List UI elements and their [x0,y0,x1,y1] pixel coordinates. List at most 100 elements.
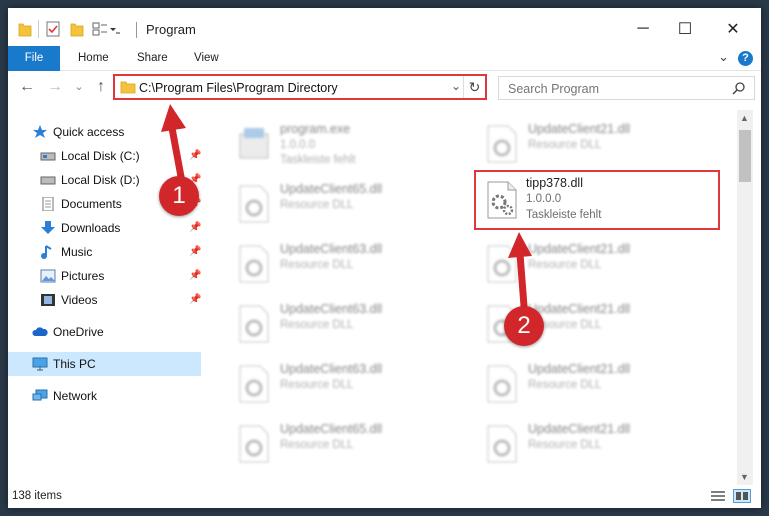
ribbon-tabs: File Home Share View ⌄ ? [8,46,761,71]
nav-label: Quick access [53,125,125,139]
file-item[interactable]: UpdateClient21.dll Resource DLL [484,418,714,470]
nav-item-music[interactable]: Music 📌 [8,240,201,264]
pictures-icon [40,269,56,283]
disk-icon [40,176,56,185]
scroll-up-icon[interactable]: ▲ [740,113,749,123]
dll-icon [239,425,269,463]
tab-share[interactable]: Share [137,46,168,71]
address-path[interactable]: C:\Program Files\Program Directory [139,81,338,95]
download-icon [41,221,55,234]
nav-item-local-disk-c[interactable]: Local Disk (C:) 📌 [8,144,201,168]
title-bar: Program ─ ☐ ✕ [8,8,761,46]
file-item[interactable]: UpdateClient63.dll Resource DLL [236,238,466,290]
recent-locations-chevron-icon[interactable]: ⌄ [68,76,90,98]
documents-icon [42,197,54,211]
dll-icon [239,185,269,223]
tab-home[interactable]: Home [78,46,109,71]
pin-icon[interactable]: 📌 [189,246,201,257]
nav-label: OneDrive [53,325,104,339]
new-folder-icon[interactable] [70,20,84,38]
dll-icon [239,305,269,343]
nav-item-this-pc[interactable]: This PC [8,352,201,376]
vertical-scrollbar[interactable]: ▲ ▼ [737,110,753,485]
close-button[interactable]: ✕ [718,14,748,44]
dll-icon [487,245,517,283]
nav-item-pictures[interactable]: Pictures 📌 [8,264,201,288]
file-item[interactable]: UpdateClient63.dll Resource DLL [236,298,466,350]
folder-icon [18,23,32,37]
scrollbar-thumb[interactable] [739,130,751,182]
search-box[interactable] [498,76,755,100]
file-item[interactable]: UpdateClient63.dll Resource DLL [236,358,466,410]
help-icon[interactable]: ? [738,51,753,66]
dll-icon [487,365,517,403]
file-item[interactable]: UpdateClient65.dll Resource DLL [236,178,466,230]
dll-icon [487,181,517,219]
pin-icon[interactable]: 📌 [189,294,201,305]
nav-item-network[interactable]: Network [8,384,201,408]
star-icon [33,125,47,138]
navigation-pane: Quick access Local Disk (C:) 📌 Local Dis… [8,110,208,485]
search-icon[interactable] [732,81,746,95]
nav-label: Local Disk (C:) [61,149,140,163]
pin-icon[interactable]: 📌 [189,270,201,281]
minimize-button[interactable]: ─ [628,14,658,44]
nav-label: This PC [53,357,96,371]
file-item-highlighted[interactable]: tipp378.dll 1.0.0.0 Taskleiste fehlt [474,170,720,230]
network-icon [32,389,48,401]
cloud-icon [32,327,48,336]
status-bar: 138 items [8,485,761,508]
address-bar[interactable]: C:\Program Files\Program Directory ⌄ ↻ [113,74,487,100]
disk-icon [40,152,56,161]
scroll-down-icon[interactable]: ▼ [740,472,749,482]
file-item[interactable]: UpdateClient21.dll Resource DLL [484,358,714,410]
maximize-button[interactable]: ☐ [670,14,700,44]
item-count: 138 items [12,490,62,502]
details-view-icon[interactable] [709,489,727,503]
nav-label: Network [53,389,98,403]
search-input[interactable] [508,80,718,97]
nav-item-downloads[interactable]: Downloads 📌 [8,216,201,240]
file-item[interactable]: UpdateClient21.dll Resource DLL [484,238,714,290]
file-list: program.exe 1.0.0.0 Taskleiste fehlt Upd… [208,110,761,485]
pc-icon [32,357,48,371]
nav-label: Documents [61,197,122,211]
folder-icon [120,81,136,94]
tab-file[interactable]: File [8,46,60,71]
dll-icon [239,365,269,403]
pin-icon[interactable]: 📌 [189,222,201,233]
nav-item-quick-access[interactable]: Quick access [8,120,201,144]
dll-icon [487,425,517,463]
nav-item-onedrive[interactable]: OneDrive [8,320,201,344]
nav-label: Downloads [61,221,121,235]
address-dropdown-chevron-icon[interactable]: ⌄ [451,79,461,93]
music-icon [41,245,52,259]
window-title: Program [146,22,196,37]
step-badge-2: 2 [504,306,544,346]
divider [136,22,137,38]
explorer-window: Program ─ ☐ ✕ File Home Share View ⌄ ? ←… [8,8,761,508]
expand-ribbon-chevron-icon[interactable]: ⌄ [718,49,729,65]
pin-icon[interactable]: 📌 [189,150,201,161]
refresh-button[interactable]: ↻ [463,76,485,98]
nav-item-videos[interactable]: Videos 📌 [8,288,201,312]
dll-icon [239,245,269,283]
nav-label: Music [61,245,93,259]
file-item[interactable]: UpdateClient21.dll Resource DLL [484,118,714,170]
up-button[interactable]: ↑ [90,76,112,98]
videos-icon [41,294,55,306]
step-badge-1: 1 [159,176,199,216]
tab-view[interactable]: View [194,46,219,71]
properties-icon[interactable] [46,20,60,38]
customize-quick-access-icon[interactable] [92,20,120,38]
divider [38,20,39,38]
dll-icon [487,125,517,163]
forward-button[interactable]: → [44,76,66,98]
exe-icon [239,128,269,159]
nav-label: Videos [61,293,98,307]
back-button[interactable]: ← [16,76,38,98]
file-item[interactable]: program.exe 1.0.0.0 Taskleiste fehlt [236,118,466,170]
file-item[interactable]: UpdateClient65.dll Resource DLL [236,418,466,470]
nav-label: Local Disk (D:) [61,173,140,187]
large-icons-view-icon[interactable] [733,489,751,503]
